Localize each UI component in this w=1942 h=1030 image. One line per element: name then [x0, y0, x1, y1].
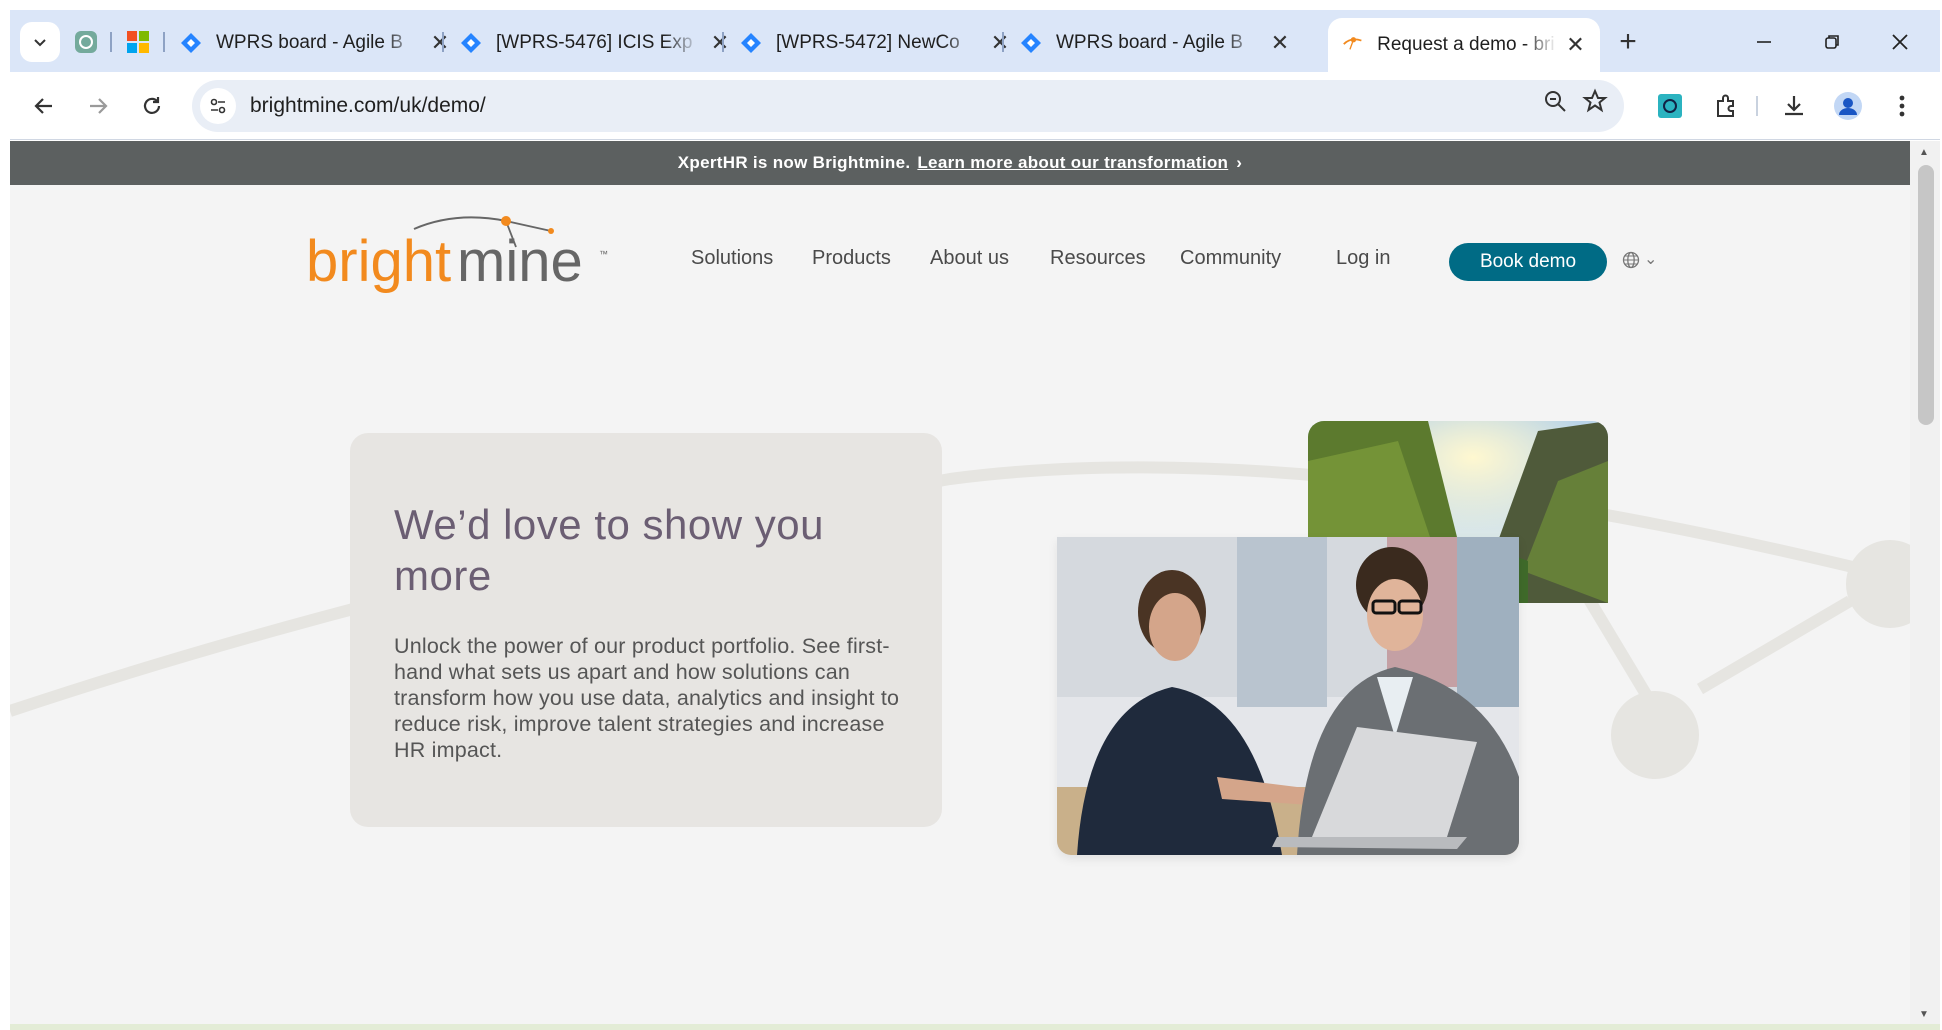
nav-item-products[interactable]: Products [812, 247, 891, 270]
tab-strip: WPRS board - Agile B ✕ [WPRS-5476] ICIS … [10, 10, 1940, 72]
toolbar-separator [1756, 96, 1758, 116]
chevron-right-icon: › [1236, 153, 1243, 172]
arrow-left-icon [34, 98, 52, 114]
nav-item-about-us[interactable]: About us [930, 247, 1009, 270]
tab-wprs-board-1[interactable]: WPRS board - Agile B ✕ [166, 18, 466, 68]
tab-separator [163, 32, 165, 52]
download-icon[interactable] [1774, 86, 1814, 126]
language-selector[interactable]: ⌄ [1622, 251, 1657, 269]
jira-icon [741, 33, 761, 53]
site-info-icon[interactable] [200, 88, 236, 124]
scroll-up-arrow-icon[interactable]: ▲ [1919, 147, 1929, 158]
tab-title: [WPRS-5472] NewCo [776, 32, 960, 53]
announcement-bar: XpertHR is now Brightmine. Learn more ab… [10, 141, 1910, 185]
business-meeting-image [1057, 537, 1519, 855]
tab-title: Request a demo - bri [1377, 34, 1555, 55]
chevron-down-icon [34, 39, 46, 47]
transformation-link[interactable]: Learn more about our transformation [917, 153, 1228, 173]
jira-icon [1021, 33, 1041, 53]
nav-item-resources[interactable]: Resources [1050, 247, 1146, 270]
tab-wprs-board-2[interactable]: WPRS board - Agile B ✕ [1006, 18, 1306, 68]
tab-title: WPRS board - Agile B [1056, 32, 1243, 53]
browser-toolbar: brightmine.com/uk/demo/ [10, 72, 1940, 140]
jira-icon [461, 33, 481, 53]
forward-button[interactable] [78, 86, 118, 126]
bookmark-star-icon[interactable] [1582, 88, 1608, 119]
pinned-tab-chatgpt[interactable] [70, 26, 102, 58]
restore-button[interactable] [1802, 22, 1862, 62]
zoom-icon[interactable] [1542, 88, 1568, 119]
url-text[interactable]: brightmine.com/uk/demo/ [250, 94, 486, 118]
restore-icon [1825, 35, 1839, 49]
bottom-edge [10, 1024, 1940, 1030]
nav-item-log-in[interactable]: Log in [1336, 247, 1391, 270]
minimize-icon [1757, 41, 1771, 43]
extension-chatgpt-icon[interactable] [1650, 86, 1690, 126]
background-decoration [10, 461, 1910, 779]
nav-item-solutions[interactable]: Solutions [691, 247, 773, 270]
page-viewport: XpertHR is now Brightmine. Learn more ab… [10, 141, 1910, 1024]
jira-icon [181, 33, 201, 53]
close-icon[interactable]: ✕ [1268, 30, 1292, 56]
nav-item-community[interactable]: Community [1180, 247, 1281, 270]
minimize-button[interactable] [1734, 22, 1794, 62]
logo-bright: bright [306, 229, 451, 294]
arrow-right-icon [90, 98, 108, 114]
scroll-down-arrow-icon[interactable]: ▼ [1919, 1009, 1929, 1020]
address-bar[interactable]: brightmine.com/uk/demo/ [192, 80, 1624, 132]
tab-separator [1002, 32, 1004, 52]
pinned-tab-microsoft[interactable] [122, 26, 154, 58]
globe-icon [1622, 251, 1640, 269]
tab-request-demo[interactable]: Request a demo - bri ✕ [1328, 18, 1600, 72]
page-scrollbar[interactable]: ▲ ▼ [1910, 141, 1940, 1024]
hero-title: We’d love to show you more [394, 501, 824, 599]
tab-separator [442, 32, 444, 52]
tab-wprs-5472[interactable]: [WPRS-5472] NewCo ✕ [726, 18, 1026, 68]
chatgpt-icon [75, 31, 97, 53]
tab-title: WPRS board - Agile B [216, 32, 403, 53]
back-button[interactable] [24, 86, 64, 126]
microsoft-icon [127, 31, 149, 53]
book-demo-button[interactable]: Book demo [1449, 243, 1607, 281]
tab-wprs-5476[interactable]: [WPRS-5476] ICIS Exp ✕ [446, 18, 746, 68]
hero-card: We’d love to show you more Unlock the po… [350, 433, 942, 827]
brightmine-favicon-icon [1343, 37, 1362, 50]
profile-avatar-icon[interactable] [1828, 86, 1868, 126]
window-close-button[interactable] [1870, 22, 1930, 62]
tab-title: [WPRS-5476] ICIS Exp [496, 32, 693, 53]
reload-icon [143, 97, 161, 114]
scrollbar-thumb[interactable] [1918, 165, 1934, 425]
announcement-text: XpertHR is now Brightmine. [677, 153, 911, 172]
reload-button[interactable] [132, 86, 172, 126]
logo-mine: mine [457, 229, 583, 294]
chevron-down-icon: ⌄ [1644, 251, 1658, 268]
new-tab-button[interactable]: + [1612, 26, 1644, 58]
hero-description: Unlock the power of our product portfoli… [394, 634, 900, 762]
brightmine-logo[interactable]: bright mine ™ [306, 211, 616, 301]
close-icon[interactable]: ✕ [1565, 32, 1586, 58]
tab-separator [722, 32, 724, 52]
tab-separator [110, 32, 112, 52]
close-icon [1892, 34, 1908, 50]
logo-trademark: ™ [599, 249, 608, 259]
extensions-puzzle-icon[interactable] [1706, 86, 1746, 126]
tab-search-button[interactable] [20, 22, 60, 62]
menu-kebab-icon[interactable] [1882, 86, 1922, 126]
